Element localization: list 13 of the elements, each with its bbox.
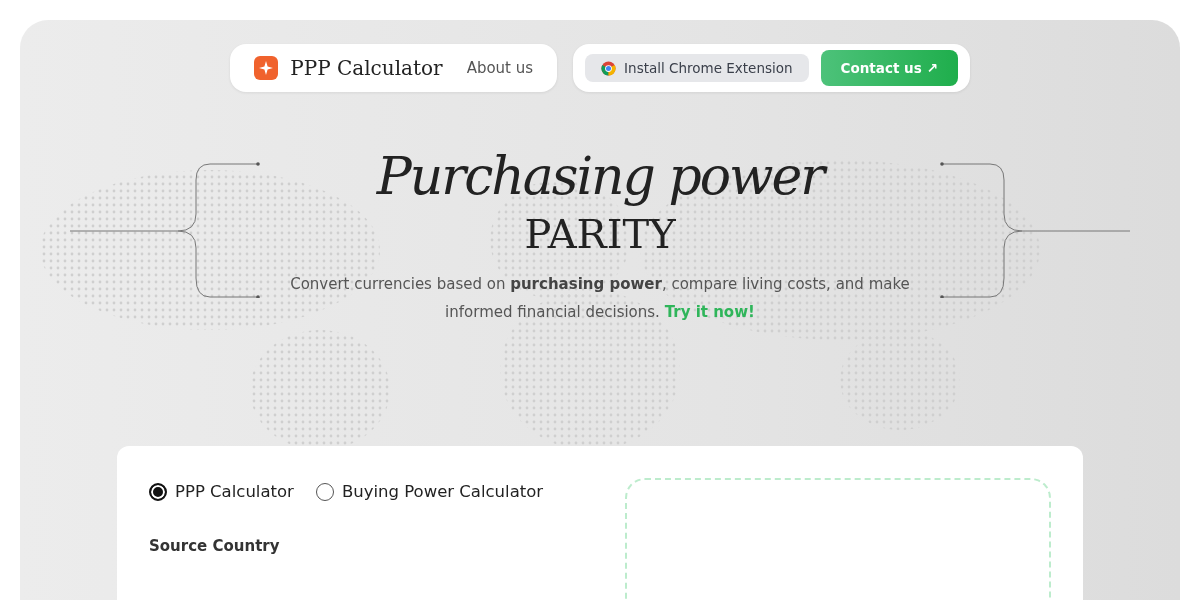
hero-subtitle: PARITY bbox=[523, 210, 677, 259]
hero-title: Purchasing power bbox=[20, 144, 1180, 208]
radio-button[interactable] bbox=[315, 482, 334, 501]
radio-label[interactable]: PPP Calculator bbox=[175, 482, 294, 501]
browser-icon bbox=[601, 60, 617, 76]
logo-icon bbox=[254, 56, 279, 80]
install-extension-button[interactable]: Install Chrome Extension bbox=[585, 54, 809, 82]
hero-description: Convert currencies based on purchasing power, compare living costs, and make informed financial decisions. Try it now! bbox=[289, 274, 911, 323]
brand-name: PPP Calculator bbox=[290, 56, 443, 80]
about-link[interactable]: About us bbox=[466, 59, 534, 77]
radio-button[interactable] bbox=[149, 482, 167, 501]
radio-label[interactable]: Buying Power Calculator bbox=[341, 482, 544, 501]
field-label: Source Country bbox=[149, 537, 281, 555]
